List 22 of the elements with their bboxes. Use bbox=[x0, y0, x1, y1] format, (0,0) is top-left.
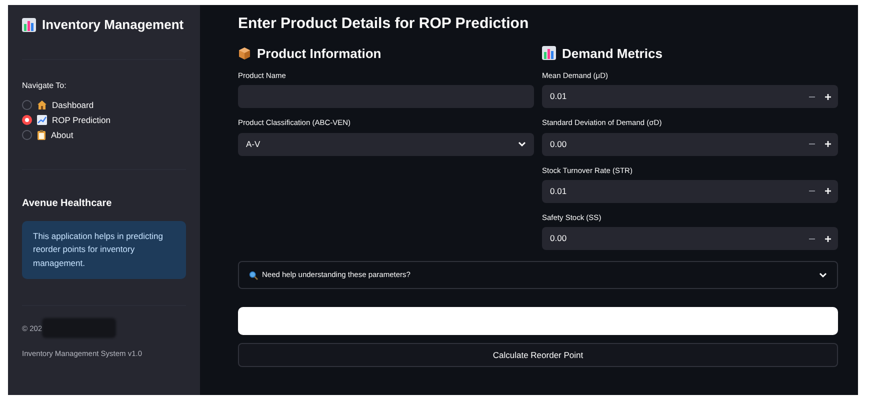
sidebar-title: Inventory Management bbox=[42, 16, 184, 34]
nav-label: Navigate To: bbox=[22, 80, 68, 92]
chevron-down-icon bbox=[518, 141, 526, 147]
house-icon bbox=[37, 100, 47, 110]
bar-chart-icon bbox=[22, 18, 36, 32]
org-name: Avenue Healthcare bbox=[22, 196, 113, 210]
page-heading: Enter Product Details for ROP Prediction bbox=[238, 14, 530, 34]
box-icon bbox=[238, 46, 251, 60]
clipboard-icon bbox=[37, 130, 46, 140]
nav-radio-option[interactable]: ROP Prediction bbox=[22, 112, 186, 128]
nav-radio-option[interactable]: Dashboard bbox=[22, 98, 186, 112]
info-message: This application helps in predicting reorder points for inventory management. bbox=[22, 220, 186, 280]
magnifier-icon bbox=[249, 270, 258, 280]
line-chart-icon bbox=[37, 115, 47, 125]
section-title: Demand Metrics bbox=[562, 44, 662, 62]
bar-chart-icon bbox=[542, 46, 556, 60]
section-title: Product Information bbox=[257, 44, 382, 62]
text-input-field[interactable] bbox=[238, 85, 534, 108]
calculate-button[interactable]: Calculate Reorder Point bbox=[238, 343, 838, 368]
chevron-down-icon bbox=[819, 272, 827, 278]
nav-radio-option[interactable]: About bbox=[22, 128, 186, 142]
select-dropdown[interactable]: A-V bbox=[238, 132, 534, 156]
